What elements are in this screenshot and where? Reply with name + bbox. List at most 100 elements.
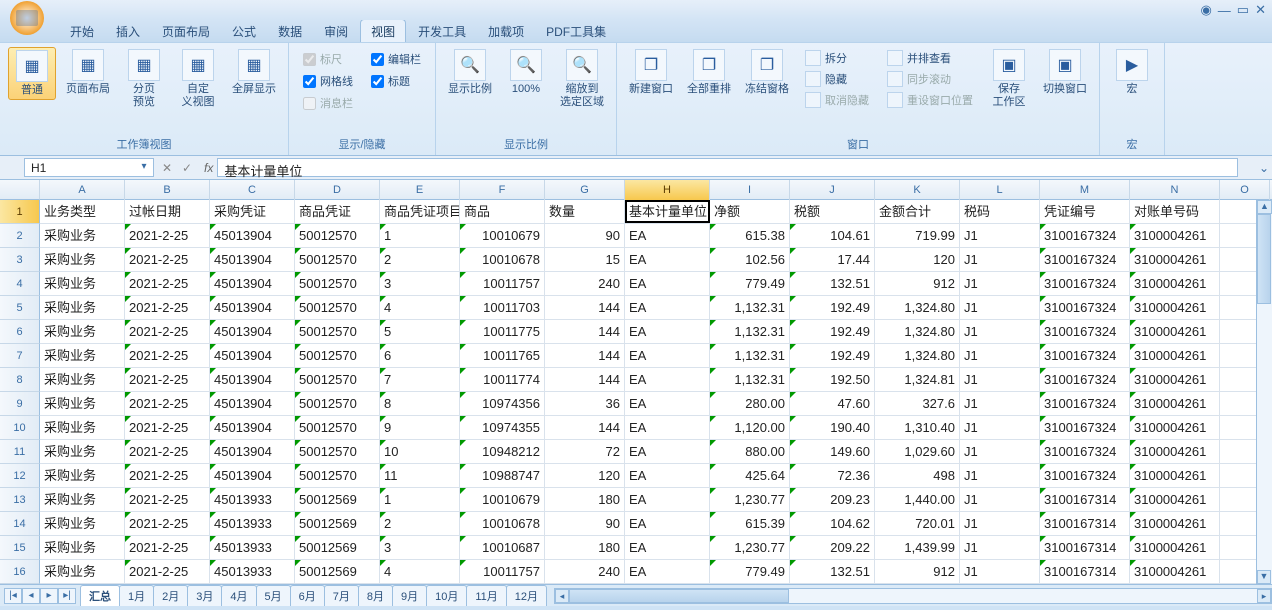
data-cell[interactable]: J1 <box>960 560 1040 583</box>
column-header[interactable]: I <box>710 180 790 200</box>
data-cell[interactable]: 425.64 <box>710 464 790 487</box>
row-header[interactable]: 2 <box>0 224 40 248</box>
data-cell[interactable]: 192.49 <box>790 320 875 343</box>
select-all-corner[interactable] <box>0 180 40 200</box>
data-cell[interactable]: 779.49 <box>710 560 790 583</box>
data-cell[interactable]: J1 <box>960 296 1040 319</box>
office-button[interactable] <box>2 0 52 36</box>
ribbon-tab[interactable]: 视图 <box>360 19 406 42</box>
view-button[interactable]: ▦分页预览 <box>120 47 168 111</box>
data-cell[interactable]: 采购业务 <box>40 344 125 367</box>
column-header[interactable]: J <box>790 180 875 200</box>
data-cell[interactable]: 50012569 <box>295 560 380 583</box>
sheet-tab[interactable]: 8月 <box>358 585 393 606</box>
data-cell[interactable]: 3100167324 <box>1040 464 1130 487</box>
row-header[interactable]: 14 <box>0 512 40 536</box>
view-button[interactable]: ▦普通 <box>8 47 56 100</box>
row-header[interactable]: 15 <box>0 536 40 560</box>
data-cell[interactable]: 1,132.31 <box>710 344 790 367</box>
data-cell[interactable]: 45013904 <box>210 224 295 247</box>
data-cell[interactable]: 1,132.31 <box>710 368 790 391</box>
spreadsheet-grid[interactable]: ABCDEFGHIJKLMNO 12345678910111213141516 … <box>0 180 1272 584</box>
data-cell[interactable]: 采购业务 <box>40 512 125 535</box>
fx-icon[interactable]: fx <box>200 161 217 175</box>
data-cell[interactable]: J1 <box>960 464 1040 487</box>
data-cell[interactable]: 3100004261 <box>1130 320 1220 343</box>
sheet-tab[interactable]: 10月 <box>426 585 467 606</box>
expand-formula-icon[interactable]: ⌄ <box>1256 161 1272 175</box>
formula-input[interactable]: 基本计量单位 <box>217 158 1238 177</box>
data-cell[interactable]: 2021-2-25 <box>125 392 210 415</box>
data-cell[interactable]: 1,440.00 <box>875 488 960 511</box>
data-cell[interactable]: EA <box>625 296 710 319</box>
ribbon-tab[interactable]: 开始 <box>60 20 104 42</box>
vertical-scrollbar[interactable]: ▲ ▼ <box>1256 200 1272 584</box>
data-cell[interactable]: 采购业务 <box>40 488 125 511</box>
scroll-left-icon[interactable]: ◂ <box>555 589 569 603</box>
scroll-down-icon[interactable]: ▼ <box>1257 570 1271 584</box>
data-cell[interactable]: 2021-2-25 <box>125 464 210 487</box>
data-cell[interactable]: 2021-2-25 <box>125 560 210 583</box>
header-cell[interactable]: 过帐日期 <box>125 200 210 223</box>
data-cell[interactable]: 10011703 <box>460 296 545 319</box>
data-cell[interactable]: 72.36 <box>790 464 875 487</box>
data-cell[interactable]: 104.62 <box>790 512 875 535</box>
data-cell[interactable]: 3100004261 <box>1130 464 1220 487</box>
data-cell[interactable]: 10 <box>380 440 460 463</box>
row-header[interactable]: 9 <box>0 392 40 416</box>
ribbon-tab[interactable]: 加载项 <box>478 20 534 42</box>
name-box[interactable]: H1 ▾ <box>24 158 154 177</box>
row-header[interactable]: 3 <box>0 248 40 272</box>
data-cell[interactable]: 45013904 <box>210 416 295 439</box>
column-header[interactable]: H <box>625 180 710 200</box>
data-cell[interactable]: 3100004261 <box>1130 488 1220 511</box>
restore-icon[interactable]: ▭ <box>1237 2 1249 18</box>
data-cell[interactable]: 144 <box>545 368 625 391</box>
data-cell[interactable]: EA <box>625 248 710 271</box>
close-icon[interactable]: ✕ <box>1255 2 1266 18</box>
data-cell[interactable]: 3100167324 <box>1040 368 1130 391</box>
ribbon-tab[interactable]: PDF工具集 <box>536 20 616 42</box>
data-cell[interactable]: 3100004261 <box>1130 560 1220 583</box>
data-cell[interactable]: 3100004261 <box>1130 536 1220 559</box>
data-cell[interactable]: 3100167324 <box>1040 248 1130 271</box>
data-cell[interactable]: 7 <box>380 368 460 391</box>
data-cell[interactable]: 45013933 <box>210 560 295 583</box>
data-cell[interactable]: 120 <box>875 248 960 271</box>
sheet-tab[interactable]: 2月 <box>153 585 188 606</box>
data-cell[interactable]: 采购业务 <box>40 416 125 439</box>
data-cell[interactable]: 1,324.80 <box>875 320 960 343</box>
window-small-button[interactable]: 隐藏 <box>803 70 871 88</box>
column-header[interactable]: L <box>960 180 1040 200</box>
data-cell[interactable]: 720.01 <box>875 512 960 535</box>
data-cell[interactable]: 2021-2-25 <box>125 248 210 271</box>
data-cell[interactable]: 10011775 <box>460 320 545 343</box>
data-cell[interactable]: EA <box>625 224 710 247</box>
data-cell[interactable]: 3 <box>380 536 460 559</box>
header-cell[interactable]: 税额 <box>790 200 875 223</box>
data-cell[interactable]: 144 <box>545 416 625 439</box>
data-cell[interactable]: 3 <box>380 272 460 295</box>
header-cell[interactable]: 业务类型 <box>40 200 125 223</box>
window-button[interactable]: ❐全部重排 <box>683 47 735 98</box>
data-cell[interactable]: 2021-2-25 <box>125 488 210 511</box>
ribbon-tab[interactable]: 审阅 <box>314 20 358 42</box>
data-cell[interactable]: 2 <box>380 248 460 271</box>
data-cell[interactable]: 8 <box>380 392 460 415</box>
sheet-tab[interactable]: 7月 <box>324 585 359 606</box>
data-cell[interactable]: 104.61 <box>790 224 875 247</box>
data-cell[interactable]: 3100167324 <box>1040 440 1130 463</box>
row-header[interactable]: 4 <box>0 272 40 296</box>
sheet-tab[interactable]: 9月 <box>392 585 427 606</box>
data-cell[interactable]: 45013933 <box>210 488 295 511</box>
data-cell[interactable]: 采购业务 <box>40 536 125 559</box>
column-header[interactable]: N <box>1130 180 1220 200</box>
data-cell[interactable]: 240 <box>545 272 625 295</box>
data-cell[interactable]: 采购业务 <box>40 392 125 415</box>
data-cell[interactable]: 192.49 <box>790 296 875 319</box>
window-button[interactable]: ❐新建窗口 <box>625 47 677 98</box>
data-cell[interactable]: 45013904 <box>210 344 295 367</box>
data-cell[interactable]: 1,310.40 <box>875 416 960 439</box>
data-cell[interactable]: 2021-2-25 <box>125 440 210 463</box>
data-cell[interactable]: 17.44 <box>790 248 875 271</box>
